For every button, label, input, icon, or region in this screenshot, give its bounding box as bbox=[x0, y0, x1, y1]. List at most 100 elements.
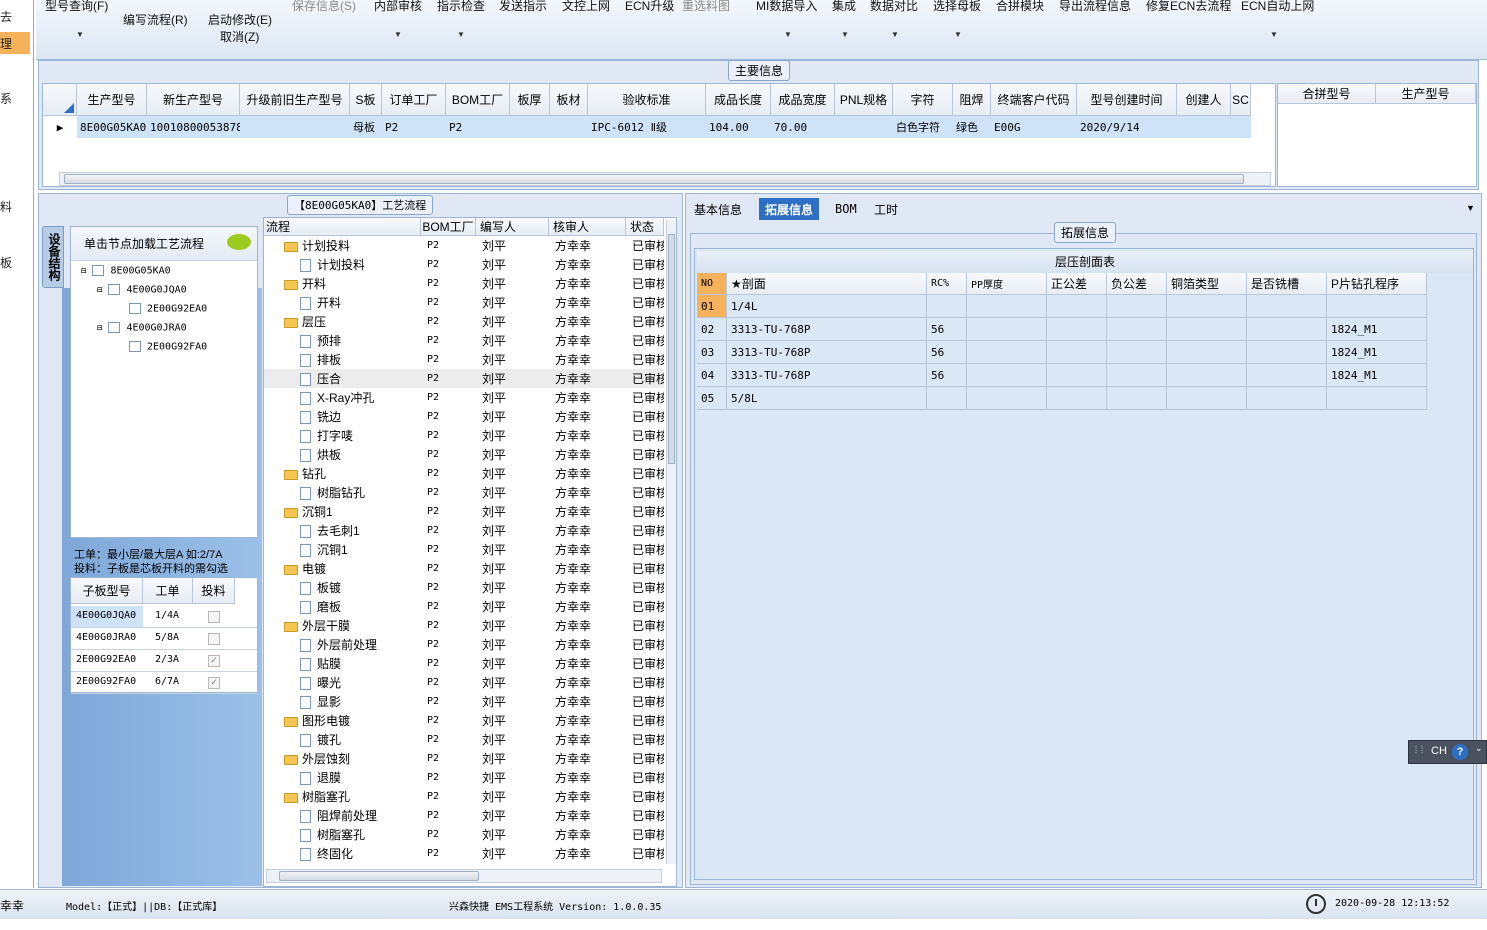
column-header[interactable]: 合拼型号 bbox=[1278, 84, 1376, 104]
column-header[interactable]: 成品长度 bbox=[706, 84, 771, 116]
table-cell[interactable]: IPC-6012 Ⅱ级 bbox=[588, 116, 706, 138]
column-header[interactable]: 验收标准 bbox=[588, 84, 706, 116]
table-cell[interactable] bbox=[1247, 387, 1327, 410]
table-row[interactable]: ▶ 8E00G05KA0 10010800053878 母板 P2 P2 IPC… bbox=[43, 116, 1251, 138]
table-cell[interactable] bbox=[1047, 387, 1107, 410]
vertical-scrollbar[interactable] bbox=[666, 220, 676, 864]
table-row[interactable]: 2E00G92EA0 2/3A ✓ bbox=[71, 650, 257, 672]
table-cell[interactable]: E00G bbox=[991, 116, 1077, 138]
table-row[interactable]: 02 3313-TU-768P 56 1824_M1 bbox=[697, 318, 1427, 341]
column-header[interactable]: 负公差 bbox=[1107, 273, 1167, 295]
table-cell[interactable]: 5/8L bbox=[727, 387, 927, 410]
table-cell[interactable]: 4E00G0JRA0 bbox=[71, 628, 143, 649]
table-cell[interactable] bbox=[1167, 341, 1247, 364]
column-header[interactable]: 新生产型号 bbox=[147, 84, 240, 116]
mi-data-import-button[interactable]: MI数据导入 bbox=[756, 0, 817, 14]
table-cell[interactable] bbox=[1107, 295, 1167, 318]
column-header[interactable]: 生产型号 bbox=[77, 84, 147, 116]
export-process-info-button[interactable]: 导出流程信息 bbox=[1059, 0, 1131, 14]
ime-toolbar[interactable]: ⁞⁞ CH ? ⌄ bbox=[1408, 740, 1487, 764]
table-cell[interactable]: 01 bbox=[697, 295, 727, 318]
table-cell[interactable] bbox=[1167, 318, 1247, 341]
column-header[interactable]: S板 bbox=[350, 84, 382, 116]
table-cell[interactable] bbox=[1047, 364, 1107, 387]
reselect-material-button[interactable]: 重选料图 bbox=[682, 0, 730, 14]
process-row[interactable]: 烘板 P2 刘平 方幸幸 已审核 bbox=[264, 445, 664, 464]
column-header[interactable]: 字符 bbox=[893, 84, 953, 116]
table-cell[interactable] bbox=[1231, 116, 1251, 138]
doc-control-online-button[interactable]: 文控上网 bbox=[562, 0, 610, 14]
process-row[interactable]: 打字唛 P2 刘平 方幸幸 已审核 bbox=[264, 426, 664, 445]
table-cell[interactable] bbox=[967, 295, 1047, 318]
checkbox[interactable] bbox=[208, 632, 220, 645]
table-cell[interactable]: P2 bbox=[446, 116, 510, 138]
column-header[interactable]: 板材 bbox=[550, 84, 588, 116]
tree-node[interactable]: ⊟ 8E00G05KA0 bbox=[81, 265, 171, 277]
tab-device-structure[interactable]: 设备结构 bbox=[42, 226, 64, 288]
chevron-down-icon[interactable]: ▼ bbox=[457, 30, 465, 39]
column-header[interactable]: 板厚 bbox=[510, 84, 550, 116]
process-row[interactable]: 压合 P2 刘平 方幸幸 已审核 bbox=[264, 369, 664, 388]
table-cell[interactable] bbox=[1247, 295, 1327, 318]
horizontal-scrollbar[interactable] bbox=[266, 869, 662, 883]
instruction-check-button[interactable]: 指示检查 bbox=[437, 0, 485, 14]
process-row[interactable]: 钻孔 P2 刘平 方幸幸 已审核 bbox=[264, 464, 664, 483]
process-row[interactable]: 树脂钻孔 P2 刘平 方幸幸 已审核 bbox=[264, 483, 664, 502]
table-cell[interactable]: 1824_M1 bbox=[1327, 364, 1427, 387]
process-row[interactable]: 板镀 P2 刘平 方幸幸 已审核 bbox=[264, 578, 664, 597]
column-header[interactable]: BOM工厂 bbox=[421, 218, 476, 236]
chevron-down-icon[interactable]: ▼ bbox=[891, 30, 899, 39]
process-row[interactable]: 层压 P2 刘平 方幸幸 已审核 bbox=[264, 312, 664, 331]
column-header[interactable]: 子板型号 bbox=[71, 578, 143, 604]
table-cell[interactable]: 1824_M1 bbox=[1327, 341, 1427, 364]
table-cell[interactable]: 03 bbox=[697, 341, 727, 364]
ecn-upgrade-button[interactable]: ECN升级 bbox=[625, 0, 674, 14]
table-cell[interactable] bbox=[1107, 387, 1167, 410]
checkbox-checked[interactable]: ✓ bbox=[208, 654, 220, 667]
ecn-auto-online-button[interactable]: ECN自动上网 bbox=[1241, 0, 1314, 14]
table-cell[interactable] bbox=[1167, 295, 1247, 318]
table-cell[interactable] bbox=[927, 387, 967, 410]
tree-node[interactable]: 2E00G92EA0 bbox=[129, 303, 207, 315]
chevron-down-icon[interactable]: ▼ bbox=[394, 30, 402, 39]
tab-basic-info[interactable]: 基本信息 bbox=[688, 198, 748, 220]
column-header[interactable]: 型号创建时间 bbox=[1077, 84, 1177, 116]
table-cell[interactable]: 2E00G92FA0 bbox=[71, 672, 143, 693]
cancel-button[interactable]: 取消(Z) bbox=[220, 28, 259, 45]
column-header[interactable]: 流程 bbox=[264, 218, 421, 236]
table-cell[interactable] bbox=[1047, 341, 1107, 364]
table-row[interactable]: 01 1/4L bbox=[697, 295, 1427, 318]
left-nav-item[interactable]: 系 bbox=[0, 90, 30, 107]
table-cell[interactable] bbox=[1327, 387, 1427, 410]
select-motherboard-button[interactable]: 选择母板 bbox=[933, 0, 981, 14]
table-cell[interactable]: 6/7A bbox=[143, 672, 193, 693]
table-cell[interactable] bbox=[927, 295, 967, 318]
checkbox[interactable] bbox=[208, 610, 220, 623]
table-cell[interactable]: 3313-TU-768P bbox=[727, 341, 927, 364]
process-row[interactable]: 终固化 P2 刘平 方幸幸 已审核 bbox=[264, 844, 664, 863]
table-cell[interactable]: P2 bbox=[382, 116, 446, 138]
chevron-down-icon[interactable]: ▼ bbox=[784, 30, 792, 39]
tree-node[interactable]: 2E00G92FA0 bbox=[129, 341, 207, 353]
column-header[interactable]: 工单 bbox=[143, 578, 193, 604]
table-cell[interactable]: 8E00G05KA0 bbox=[77, 116, 147, 138]
process-row[interactable]: 外层蚀刻 P2 刘平 方幸幸 已审核 bbox=[264, 749, 664, 768]
tab-work-hours[interactable]: 工时 bbox=[868, 198, 904, 220]
chevron-down-icon[interactable]: ▼ bbox=[841, 30, 849, 39]
column-header[interactable]: SC bbox=[1231, 84, 1251, 116]
table-cell[interactable] bbox=[967, 318, 1047, 341]
column-header[interactable]: 是否铣槽 bbox=[1247, 273, 1327, 295]
table-row[interactable]: 4E00G0JRA0 5/8A bbox=[71, 628, 257, 650]
table-row[interactable]: 2E00G92FA0 6/7A ✓ bbox=[71, 672, 257, 694]
table-row[interactable]: 04 3313-TU-768P 56 1824_M1 bbox=[697, 364, 1427, 387]
chevron-down-icon[interactable]: ▼ bbox=[1466, 203, 1475, 213]
column-header[interactable]: 投料 bbox=[193, 578, 235, 604]
table-cell[interactable]: 10010800053878 bbox=[147, 116, 240, 138]
column-header[interactable]: 编写人 bbox=[476, 218, 549, 236]
table-row[interactable]: 03 3313-TU-768P 56 1824_M1 bbox=[697, 341, 1427, 364]
table-cell[interactable]: 绿色 bbox=[953, 116, 991, 138]
column-header[interactable]: 订单工厂 bbox=[382, 84, 446, 116]
process-row[interactable]: 沉铜1 P2 刘平 方幸幸 已审核 bbox=[264, 540, 664, 559]
table-cell[interactable] bbox=[967, 364, 1047, 387]
column-header[interactable]: 创建人 bbox=[1177, 84, 1231, 116]
